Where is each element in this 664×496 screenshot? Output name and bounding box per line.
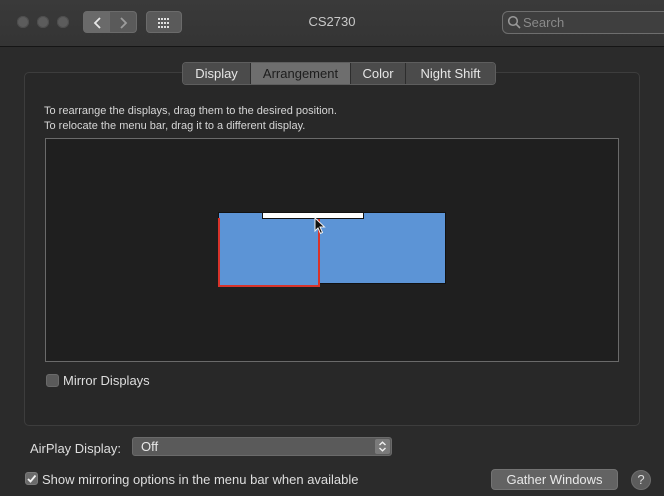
mirror-displays-checkbox[interactable] bbox=[46, 374, 59, 387]
airplay-display-label: AirPlay Display: bbox=[30, 441, 122, 456]
show-mirroring-checkbox[interactable] bbox=[25, 472, 38, 485]
instruction-rearrange: To rearrange the displays, drag them to … bbox=[44, 105, 337, 117]
show-mirroring-label: Show mirroring options in the menu bar w… bbox=[42, 472, 359, 487]
airplay-display-select[interactable]: Off bbox=[132, 437, 392, 456]
tab-bar: Display Arrangement Color Night Shift bbox=[182, 62, 496, 85]
search-input[interactable] bbox=[502, 11, 664, 34]
help-button[interactable]: ? bbox=[631, 470, 651, 490]
tab-arrangement[interactable]: Arrangement bbox=[251, 63, 351, 84]
cursor-icon bbox=[314, 216, 328, 240]
search-icon bbox=[507, 15, 521, 29]
secondary-display[interactable] bbox=[318, 212, 446, 284]
tab-night-shift[interactable]: Night Shift bbox=[406, 63, 495, 84]
tab-display[interactable]: Display bbox=[183, 63, 251, 84]
updown-arrows-icon bbox=[375, 439, 390, 454]
main-display-top bbox=[218, 212, 263, 218]
menu-bar-handle[interactable] bbox=[262, 212, 364, 219]
tab-color[interactable]: Color bbox=[351, 63, 406, 84]
airplay-selected-value: Off bbox=[141, 439, 159, 454]
title-bar: CS2730 bbox=[0, 0, 664, 47]
main-display[interactable] bbox=[218, 216, 320, 287]
checkmark-icon bbox=[27, 474, 37, 483]
preferences-window: CS2730 Display Arrangement Color Night S… bbox=[0, 0, 664, 496]
mirror-displays-label: Mirror Displays bbox=[63, 373, 150, 388]
gather-windows-button[interactable]: Gather Windows bbox=[491, 469, 618, 490]
instruction-menubar: To relocate the menu bar, drag it to a d… bbox=[44, 120, 306, 132]
